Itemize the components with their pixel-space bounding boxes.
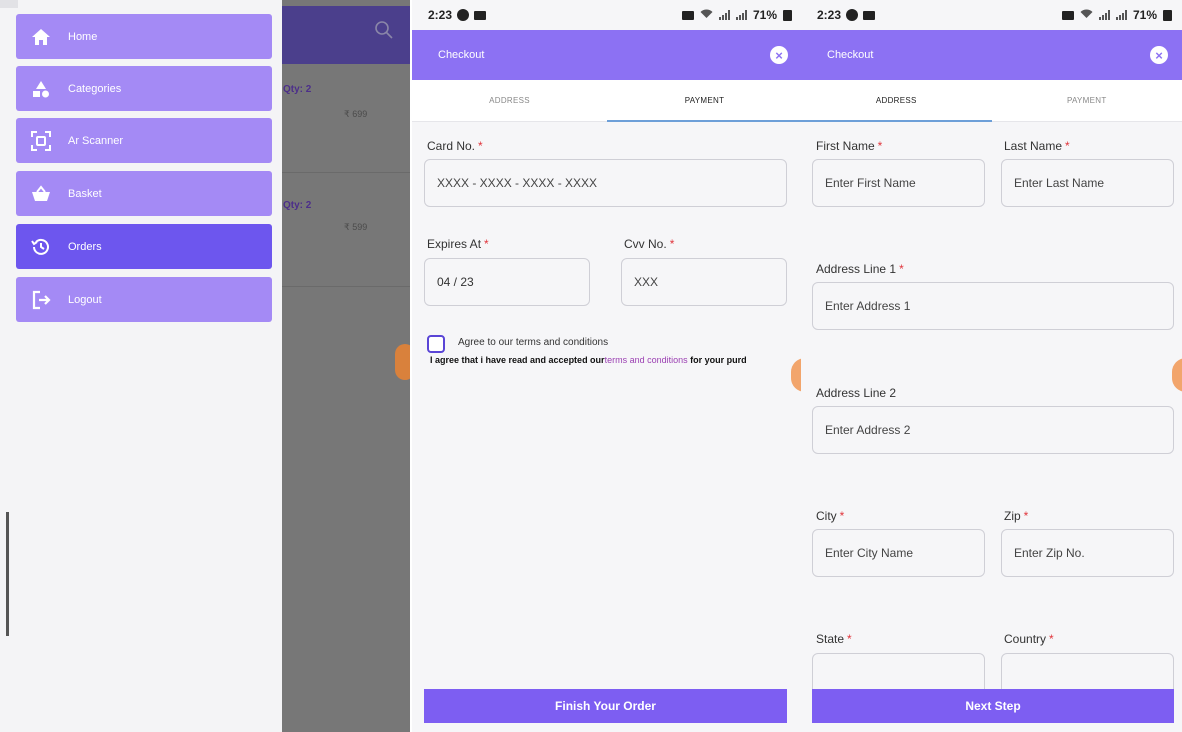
basket-icon <box>30 183 52 205</box>
tab-payment[interactable]: PAYMENT <box>607 80 802 122</box>
page-title: Checkout <box>438 49 485 61</box>
background-item-qty: Qty: 2 <box>283 200 312 211</box>
alarm-icon <box>1061 10 1074 20</box>
status-time: 2:23 <box>817 8 842 22</box>
logout-icon <box>30 289 52 311</box>
tab-address[interactable]: ADDRESS <box>801 80 992 122</box>
city-input[interactable] <box>812 529 985 577</box>
finish-order-button[interactable]: Finish Your Order <box>424 689 787 723</box>
terms-checkbox[interactable] <box>427 335 445 353</box>
background-item-price: ₹ 599 <box>344 222 368 232</box>
payment-screen: 2:23 71% Checkout × ADDRESS PAYMENT Card… <box>412 0 802 732</box>
floating-tab <box>395 344 410 380</box>
nav-item-orders[interactable]: Orders <box>16 224 272 269</box>
status-time: 2:23 <box>428 8 453 22</box>
notification-icon <box>457 9 470 21</box>
checkout-tabs: ADDRESS PAYMENT <box>801 80 1182 122</box>
status-bar: 2:23 71% <box>412 0 802 30</box>
drawer-edge-handle <box>6 512 9 636</box>
next-step-button[interactable]: Next Step <box>812 689 1174 723</box>
floating-tab <box>1172 358 1182 392</box>
search-icon <box>374 20 394 45</box>
video-icon <box>863 10 876 20</box>
page-title: Checkout <box>827 49 874 61</box>
terms-link[interactable]: terms and conditions <box>605 355 688 365</box>
signal-icon <box>735 10 747 20</box>
navigation-drawer: Home Categories Ar Scanner Basket Orders… <box>0 0 282 732</box>
background-item-price: ₹ 699 <box>344 109 368 119</box>
screenshot-root: Home Categories Ar Scanner Basket Orders… <box>0 0 1182 732</box>
dimmed-content-overlay[interactable]: Qty: 2 ₹ 699 Qty: 2 ₹ 599 <box>282 0 410 732</box>
nav-label-ar-scanner: Ar Scanner <box>68 134 124 147</box>
corner-artifact <box>0 0 18 8</box>
drawer-panel: Home Categories Ar Scanner Basket Orders… <box>0 0 410 732</box>
cvv-input[interactable] <box>621 258 787 306</box>
address-screen: 2:23 71% Checkout × ADDRESS PAYMENT Firs… <box>801 0 1182 732</box>
nav-label-home: Home <box>68 30 98 43</box>
terms-title: Agree to our terms and conditions <box>458 337 609 348</box>
terms-text: I agree that i have read and accepted ou… <box>430 355 747 365</box>
expires-label: Expires At * <box>427 237 489 251</box>
battery-icon <box>1163 9 1172 21</box>
checkout-header: Checkout × <box>412 30 802 80</box>
home-icon <box>30 26 52 48</box>
address-line-1-label: Address Line 1 * <box>816 262 904 276</box>
signal-icon <box>718 10 730 20</box>
city-label: City * <box>816 509 845 523</box>
nav-item-categories[interactable]: Categories <box>16 66 272 111</box>
address-line-2-input[interactable] <box>812 406 1174 454</box>
nav-item-basket[interactable]: Basket <box>16 171 272 216</box>
last-name-input[interactable] <box>1001 159 1174 207</box>
nav-item-ar-scanner[interactable]: Ar Scanner <box>16 118 272 163</box>
wifi-icon <box>700 8 713 22</box>
orders-history-icon <box>30 236 52 258</box>
nav-label-categories: Categories <box>68 82 122 95</box>
wifi-icon <box>1080 8 1093 22</box>
first-name-input[interactable] <box>812 159 985 207</box>
alarm-icon <box>681 10 694 20</box>
background-header <box>282 6 410 64</box>
nav-label-orders: Orders <box>68 240 102 253</box>
status-bar: 2:23 71% <box>801 0 1182 30</box>
cvv-label: Cvv No. * <box>624 237 675 251</box>
tab-address[interactable]: ADDRESS <box>412 80 607 121</box>
nav-label-basket: Basket <box>68 187 102 200</box>
address-line-2-label: Address Line 2 <box>816 386 897 400</box>
battery-icon <box>783 9 792 21</box>
country-label: Country * <box>1004 632 1054 646</box>
card-number-input[interactable] <box>424 159 787 207</box>
signal-icon <box>1098 10 1110 20</box>
signal-icon <box>1115 10 1127 20</box>
card-number-label: Card No. * <box>427 139 483 153</box>
background-item-qty: Qty: 2 <box>283 84 312 95</box>
close-icon[interactable]: × <box>1150 46 1168 64</box>
nav-item-logout[interactable]: Logout <box>16 277 272 322</box>
video-icon <box>474 10 487 20</box>
categories-icon <box>30 78 52 100</box>
state-label: State * <box>816 632 852 646</box>
zip-input[interactable] <box>1001 529 1174 577</box>
last-name-label: Last Name * <box>1004 139 1070 153</box>
zip-label: Zip * <box>1004 509 1029 523</box>
divider <box>282 172 410 173</box>
checkout-tabs: ADDRESS PAYMENT <box>412 80 802 122</box>
first-name-label: First Name * <box>816 139 883 153</box>
divider <box>282 286 410 287</box>
close-icon[interactable]: × <box>770 46 788 64</box>
battery-percent: 71% <box>752 8 777 22</box>
tab-payment[interactable]: PAYMENT <box>992 80 1182 121</box>
scanner-icon <box>30 130 52 152</box>
nav-item-home[interactable]: Home <box>16 14 272 59</box>
address-line-1-input[interactable] <box>812 282 1174 330</box>
checkout-header: Checkout × <box>801 30 1182 80</box>
notification-icon <box>846 9 859 21</box>
expiry-input[interactable] <box>424 258 590 306</box>
nav-label-logout: Logout <box>68 293 102 306</box>
battery-percent: 71% <box>1132 8 1157 22</box>
